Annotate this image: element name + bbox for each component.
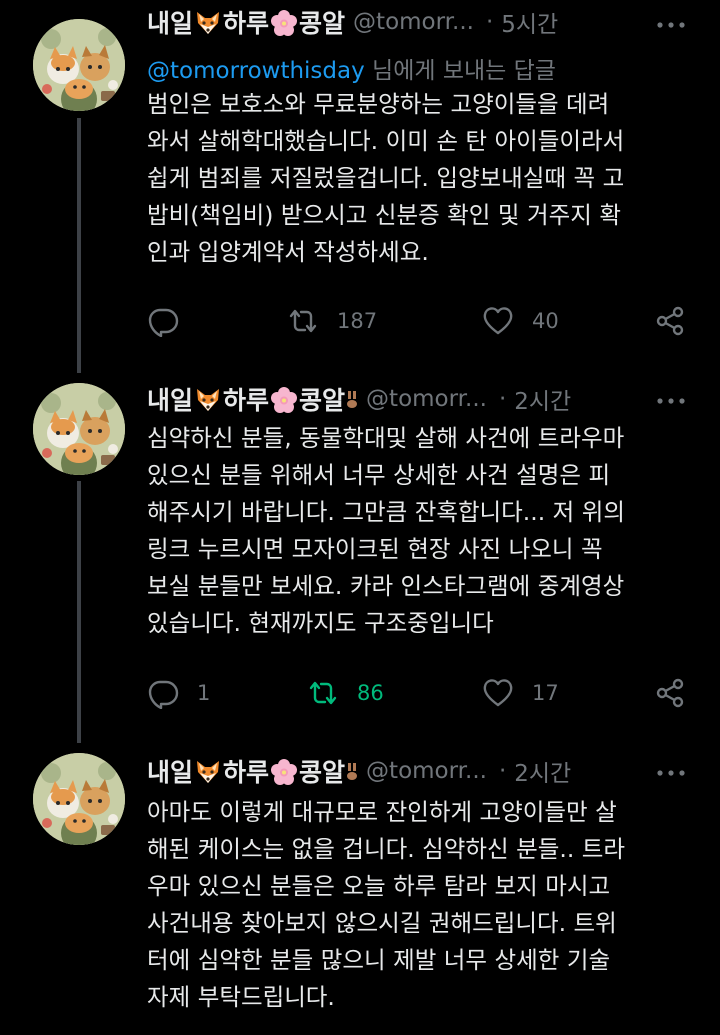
fox-face-icon [194,9,222,37]
separator-dot: · [498,386,507,412]
separator-dot: · [498,758,507,784]
text-line: 있습니다. 현재까지도 구조중입니다 [147,609,494,637]
retweet-button[interactable]: 86 [307,675,384,711]
user-handle[interactable]: @tomorr... [366,758,487,784]
tweet-header: 내일 하루 콩알 @tomorr... · 2시간 [147,379,687,419]
text-line: 링크 누르시면 모자이크된 현장 사진 나오니 꼭 [147,535,603,563]
text-line: 와서 살해학대했습니다. 이미 손 탄 아이들이라서 [147,127,625,155]
name-part: 내일 [147,758,194,787]
thread-line [77,481,81,743]
more-dots-icon[interactable] [655,18,687,32]
share-button[interactable] [654,303,686,339]
name-part: 콩알 [299,386,346,415]
heart-icon [482,305,514,337]
text-line: 사건내용 찾아보지 않으시길 권해드립니다. 트위 [147,909,617,937]
separator-dot: · [485,9,494,35]
tweet-text: 범인은 보호소와 무료분양하는 고양이들을 데려 와서 살해학대했습니다. 이미… [147,86,697,271]
reply-button[interactable]: 1 [147,675,210,711]
text-line: 해주시기 바랍니다. 그만큼 잔혹합니다... 저 위의 [147,498,626,526]
text-line: 있으신 분들 위해서 너무 상세한 사건 설명은 피 [147,461,611,489]
tweet-header: 내일 하루 콩알 @tomorr... · 5시간 [147,2,687,42]
reply-context-text: 님에게 보내는 답글 [364,58,556,84]
text-line: 심약하신 분들, 동물학대및 살해 사건에 트라우마 [147,424,625,452]
text-line: 터에 심약한 분들 많으니 제발 너무 상세한 기술 [147,946,611,974]
thread-line [77,118,81,373]
display-name[interactable]: 내일 하루 콩알 [147,4,345,40]
reply-icon [147,305,179,337]
retweet-count: 86 [357,681,384,705]
share-button[interactable] [654,675,686,711]
name-part: 콩알 [299,9,346,38]
name-part: 하루 [223,9,270,38]
text-line: 밥비(책임비) 받으시고 신분증 확인 및 거주지 확 [147,201,621,229]
text-line: 보실 분들만 보세요. 카라 인스타그램에 중계영상 [147,572,625,600]
display-name[interactable]: 내일 하루 콩알 [147,381,345,417]
timestamp[interactable]: 2시간 [514,754,571,788]
user-handle[interactable]: @tomorr... [366,386,487,412]
tweet-text: 아마도 이렇게 대규모로 잔인하게 고양이들만 살 해된 케이스는 없을 겁니다… [147,794,697,1016]
avatar[interactable] [33,383,125,475]
retweet-icon [287,305,319,337]
action-bar: 1 86 17 [147,675,692,711]
retweet-button[interactable]: 187 [287,303,377,339]
share-icon [654,677,686,709]
name-part: 내일 [147,9,194,38]
more-dots-icon[interactable] [655,766,687,780]
tweet-text: 심약하신 분들, 동물학대및 살해 사건에 트라우마 있으신 분들 위해서 너무… [147,420,697,642]
name-part: 콩알 [299,758,346,787]
paw-icon [346,389,358,409]
text-line: 범인은 보호소와 무료분양하는 고양이들을 데려 [147,90,610,118]
like-count: 40 [532,309,559,333]
fox-face-icon [194,758,222,786]
share-icon [654,305,686,337]
name-part: 하루 [223,386,270,415]
like-button[interactable]: 40 [482,303,559,339]
name-part: 하루 [223,758,270,787]
name-part: 내일 [147,386,194,415]
like-count: 17 [532,681,559,705]
cherry-blossom-icon [270,386,298,414]
action-bar: 187 40 [147,303,692,339]
reply-icon [147,677,179,709]
retweet-icon [307,677,339,709]
timestamp[interactable]: 5시간 [501,5,558,39]
text-line: 해된 케이스는 없을 겁니다. 심약하신 분들.. 트라 [147,835,626,863]
mention-link[interactable]: @tomorrowthisday [147,58,365,84]
fox-face-icon [194,386,222,414]
tweet-3[interactable]: 내일 하루 콩알 @tomorr... · 2시간 아마도 이렇게 대규모로 잔인하… [0,745,720,1035]
tweet-1[interactable]: 내일 하루 콩알 @tomorr... · 5시간 @tomorrowthisday… [0,0,720,375]
heart-icon [482,677,514,709]
user-handle[interactable]: @tomorr... [353,9,474,35]
timestamp[interactable]: 2시간 [514,382,571,416]
tweet-2[interactable]: 내일 하루 콩알 @tomorr... · 2시간 심약하신 분들, 동물학대및 살… [0,375,720,745]
text-line: 인과 입양계약서 작성하세요. [147,238,429,266]
more-dots-icon[interactable] [655,394,687,408]
display-name[interactable]: 내일 하루 콩알 [147,753,345,789]
like-button[interactable]: 17 [482,675,559,711]
reply-button[interactable] [147,303,197,339]
paw-icon [346,761,358,781]
text-line: 자제 부탁드립니다. [147,983,335,1011]
avatar[interactable] [33,19,125,111]
retweet-count: 187 [337,309,378,333]
avatar[interactable] [33,753,125,845]
cherry-blossom-icon [270,9,298,37]
text-line: 아마도 이렇게 대규모로 잔인하게 고양이들만 살 [147,798,617,826]
cherry-blossom-icon [270,758,298,786]
tweet-header: 내일 하루 콩알 @tomorr... · 2시간 [147,751,687,791]
reply-context: @tomorrowthisday 님에게 보내는 답글 [147,51,556,85]
text-line: 우마 있으신 분들은 오늘 하루 탐라 보지 마시고 [147,872,611,900]
reply-count: 1 [197,681,211,705]
text-line: 쉽게 범죄를 저질렀을겁니다. 입양보내실때 꼭 고 [147,164,625,192]
